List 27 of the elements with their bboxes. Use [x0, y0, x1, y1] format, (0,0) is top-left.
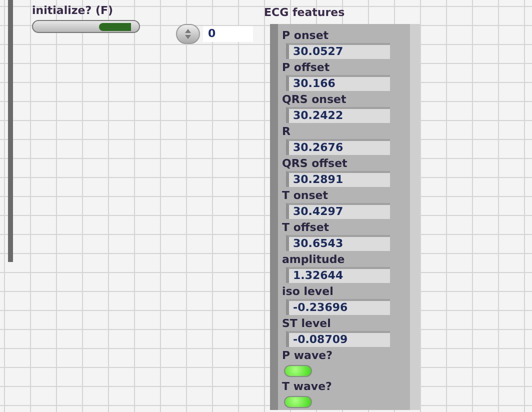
indicator-label: QRS onset — [282, 92, 346, 107]
numeric-indicator: 1.32644 — [286, 267, 390, 283]
slide-switch[interactable] — [32, 20, 140, 33]
indicator-label: amplitude — [282, 252, 345, 267]
cluster-title: ECG features — [264, 6, 345, 20]
indicator-label: P offset — [282, 60, 330, 75]
numeric-indicator: 30.166 — [286, 75, 390, 91]
numeric-field[interactable]: 0 — [203, 26, 253, 42]
indicator-label: T offset — [282, 220, 330, 235]
numeric-indicator: -0.23696 — [286, 299, 390, 315]
numeric-indicator: -0.08709 — [286, 331, 390, 347]
numeric-indicator: 30.2676 — [286, 139, 390, 155]
spinner-arrows-icon[interactable] — [176, 24, 200, 44]
numeric-indicator: 30.0527 — [286, 43, 390, 59]
indicator-label: QRS offset — [282, 156, 348, 171]
indicator-label: P onset — [282, 28, 329, 43]
numeric-indicator: 30.2891 — [286, 171, 390, 187]
indicator-label: ST level — [282, 316, 331, 331]
numeric-indicator: 30.6543 — [286, 235, 390, 251]
indicator-label: R — [282, 124, 290, 139]
indicator-label: T onset — [282, 188, 328, 203]
indicator-label: P wave? — [282, 348, 332, 363]
switch-label: initialize? (F) — [32, 4, 114, 17]
numeric-indicator: 30.2422 — [286, 107, 390, 123]
indicator-label: iso level — [282, 284, 334, 299]
numeric-indicator: 30.4297 — [286, 203, 390, 219]
indicator-label: T wave? — [282, 379, 332, 394]
